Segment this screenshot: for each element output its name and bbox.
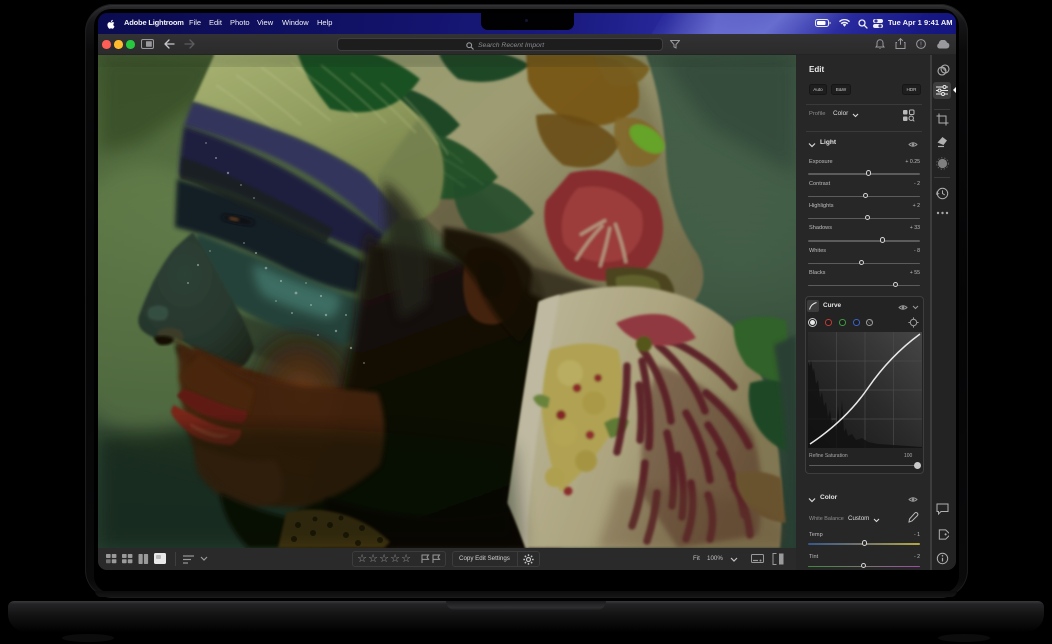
- svg-text:☆: ☆: [357, 553, 367, 565]
- svg-text:☆: ☆: [401, 553, 411, 565]
- svg-text:☆: ☆: [379, 553, 389, 565]
- svg-text:☆: ☆: [368, 553, 378, 565]
- svg-text:☆: ☆: [390, 553, 400, 565]
- svg-text:!: !: [920, 41, 922, 48]
